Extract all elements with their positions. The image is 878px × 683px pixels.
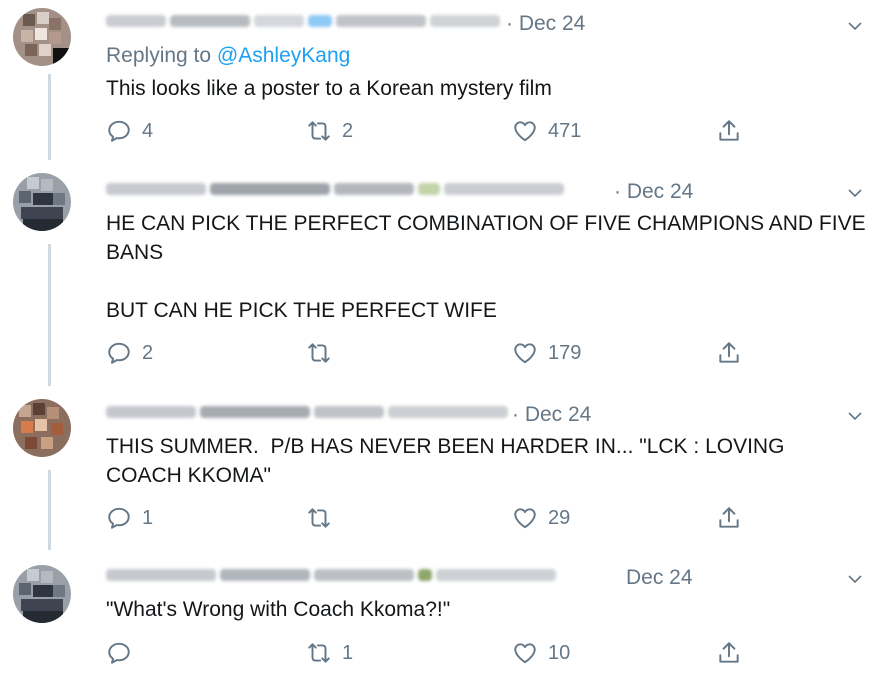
reply-icon	[108, 342, 130, 364]
like-button[interactable]: 10	[512, 640, 570, 666]
author-name-blurred[interactable]	[106, 180, 568, 204]
retweet-count: 1	[342, 641, 354, 664]
share-button[interactable]	[716, 340, 742, 366]
retweet-button[interactable]: 2	[306, 118, 353, 144]
tweet-3[interactable]: · Dec 24 THIS SUMMER. P/B HAS NEVER BEEN…	[0, 386, 878, 550]
heart-icon	[514, 643, 536, 664]
heart-icon	[514, 508, 536, 529]
like-button[interactable]: 471	[512, 118, 581, 144]
heart-icon	[514, 343, 536, 364]
tweet-text: HE CAN PICK THE PERFECT COMBINATION OF F…	[106, 212, 866, 322]
tweet-text: "What's Wrong with Coach Kkoma?!"	[106, 598, 451, 621]
like-count: 10	[548, 641, 571, 664]
share-icon	[719, 342, 739, 363]
share-icon	[719, 642, 739, 663]
replying-to-label: Replying to	[106, 44, 212, 67]
retweet-button[interactable]	[306, 340, 342, 366]
share-icon	[719, 120, 739, 141]
reply-icon	[108, 642, 130, 664]
like-button[interactable]: 179	[512, 340, 581, 366]
tweet-date[interactable]: Dec 24	[626, 566, 693, 590]
retweet-icon	[308, 508, 330, 528]
tweet-2[interactable]: · Dec 24 HE CAN PICK THE PERFECT COMBINA…	[0, 160, 878, 386]
reply-icon	[108, 120, 130, 142]
like-count: 179	[548, 341, 582, 364]
avatar[interactable]	[13, 173, 71, 231]
tweet-text: THIS SUMMER. P/B HAS NEVER BEEN HARDER I…	[106, 435, 791, 487]
like-count: 471	[548, 119, 582, 142]
thread-line	[48, 74, 51, 160]
tweet-date[interactable]: · Dec 24	[506, 12, 585, 36]
retweet-icon	[308, 343, 330, 363]
author-name-blurred[interactable]	[106, 566, 560, 590]
reply-button[interactable]	[106, 640, 142, 666]
share-button[interactable]	[716, 118, 742, 144]
reply-count: 4	[142, 119, 154, 142]
retweet-icon	[308, 643, 330, 663]
replying-to: Replying to @AshleyKang	[106, 44, 350, 68]
like-count: 29	[548, 506, 571, 529]
chevron-down-icon[interactable]	[846, 17, 864, 35]
thread-line	[48, 470, 51, 550]
reply-count: 2	[142, 341, 154, 364]
avatar[interactable]	[13, 565, 71, 623]
reply-icon	[108, 507, 130, 529]
reply-button[interactable]: 4	[106, 118, 153, 144]
tweet-date[interactable]: · Dec 24	[512, 403, 591, 427]
retweet-icon	[308, 121, 330, 141]
tweet-1[interactable]: · Dec 24 Replying to @AshleyKang This lo…	[0, 0, 878, 160]
share-icon	[719, 507, 739, 528]
share-button[interactable]	[716, 640, 742, 666]
thread-line	[48, 244, 51, 386]
reply-button[interactable]: 1	[106, 505, 153, 531]
tweet-text: This looks like a poster to a Korean mys…	[106, 77, 552, 100]
share-button[interactable]	[716, 505, 742, 531]
reply-button[interactable]: 2	[106, 340, 153, 366]
chevron-down-icon[interactable]	[846, 570, 864, 588]
retweet-button[interactable]	[306, 505, 342, 531]
chevron-down-icon[interactable]	[846, 184, 864, 202]
author-name-blurred[interactable]	[106, 12, 504, 36]
like-button[interactable]: 29	[512, 505, 570, 531]
avatar[interactable]	[13, 8, 71, 66]
tweet-4[interactable]: Dec 24 "What's Wrong with Coach Kkoma?!"…	[0, 550, 878, 683]
avatar[interactable]	[13, 399, 71, 457]
replying-to-handle[interactable]: @AshleyKang	[217, 44, 350, 67]
author-name-blurred[interactable]	[106, 403, 512, 427]
reply-count: 1	[142, 506, 154, 529]
chevron-down-icon[interactable]	[846, 407, 864, 425]
heart-icon	[514, 121, 536, 142]
retweet-count: 2	[342, 119, 354, 142]
tweet-date[interactable]: · Dec 24	[614, 180, 693, 204]
retweet-button[interactable]: 1	[306, 640, 353, 666]
